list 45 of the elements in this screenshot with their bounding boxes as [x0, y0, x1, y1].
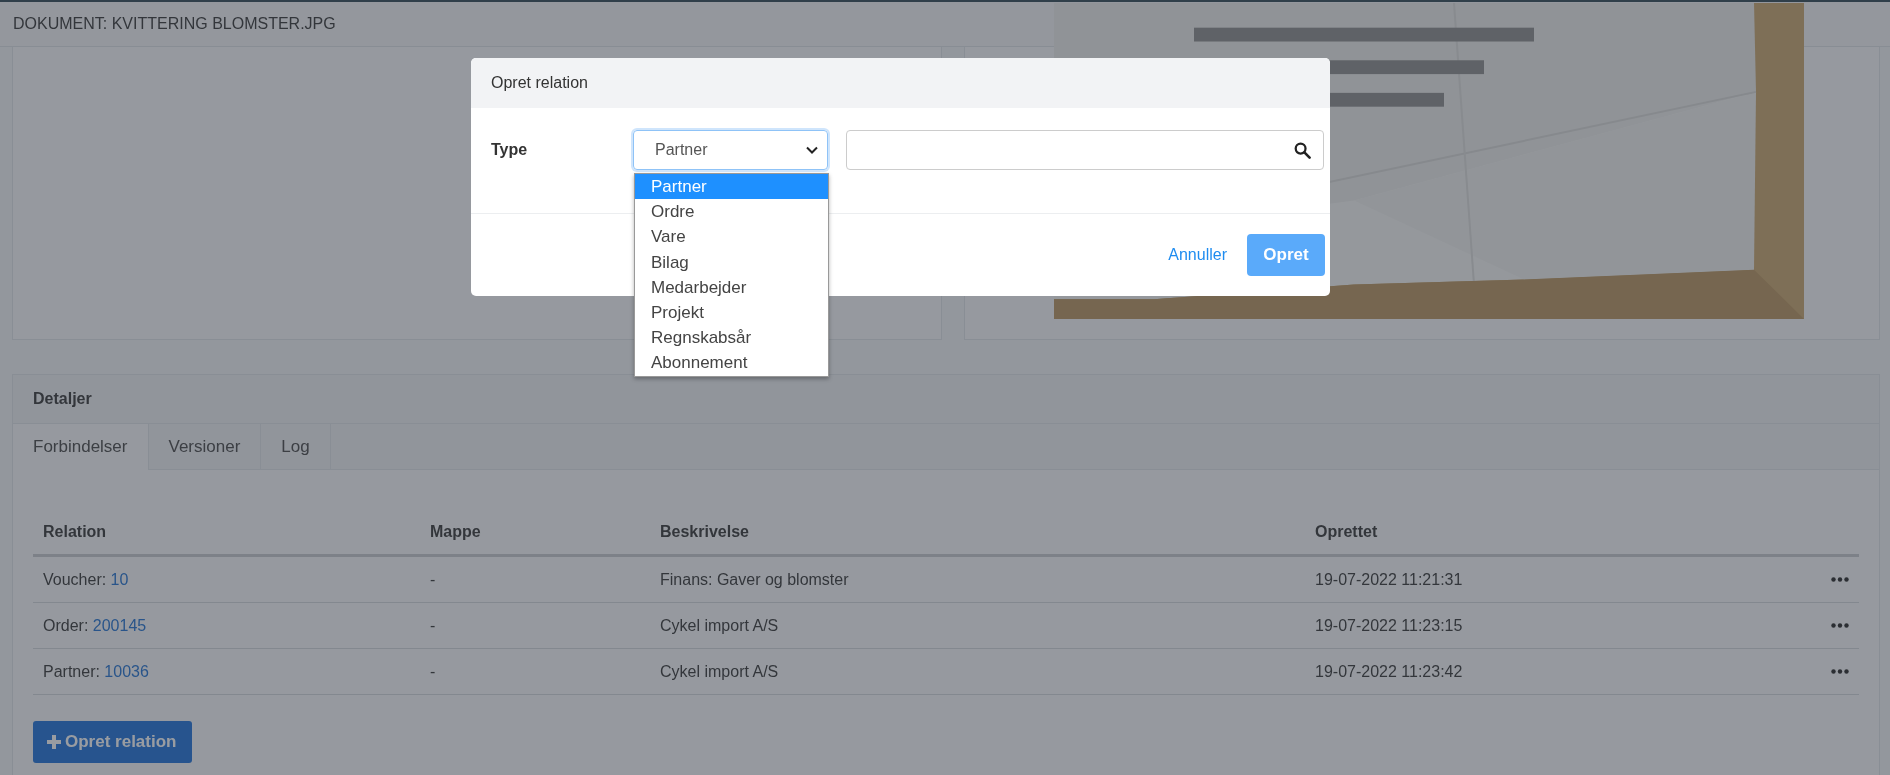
dropdown-option[interactable]: Regnskabsår	[635, 325, 828, 351]
panel-title: Detaljer	[33, 390, 92, 408]
tab[interactable]: Forbindelser	[13, 424, 149, 470]
create-button[interactable]: Opret	[1247, 234, 1325, 276]
table-cell-text: 19-07-2022 11:21:31	[1314, 570, 1464, 589]
relation-link[interactable]: 10	[110, 570, 129, 588]
field-label: Type	[491, 141, 529, 159]
more-icon[interactable]	[1831, 577, 1849, 582]
search-icon	[1294, 141, 1311, 159]
add-relation-button[interactable]: Opret relation	[33, 721, 193, 763]
document-title: DOKUMENT: KVITTERING BLOMSTER.JPG	[13, 15, 336, 33]
dropdown-option[interactable]: Medarbejder	[635, 274, 828, 300]
table-cell-text: Partner: 10036	[42, 662, 150, 681]
table-cell-text: Voucher: 10	[42, 570, 130, 589]
table-cell-text: 19-07-2022 11:23:42	[1314, 662, 1464, 681]
column-header: Oprettet	[1314, 523, 1379, 541]
search-field[interactable]	[846, 130, 1324, 170]
dropdown-option[interactable]: Abonnement	[635, 350, 828, 376]
relation-link[interactable]: 200145	[92, 616, 147, 634]
dialog-title: Opret relation	[491, 74, 588, 92]
table-cell-text: -	[429, 662, 437, 681]
dropdown-option[interactable]: Projekt	[635, 299, 828, 326]
table-cell-text: Cykel import A/S	[659, 662, 780, 681]
table-cell-text: -	[429, 570, 437, 589]
dropdown-option[interactable]: Bilag	[635, 249, 828, 275]
chevron-down-icon	[806, 146, 818, 154]
dropdown-option[interactable]: Vare	[635, 224, 828, 250]
relation-link[interactable]: 10036	[104, 662, 149, 680]
column-header: Mappe	[429, 523, 482, 541]
table-cell-text: -	[429, 616, 437, 635]
column-header: Beskrivelse	[659, 523, 750, 541]
plus-icon	[47, 735, 61, 749]
type-select[interactable]: Partner	[633, 130, 828, 170]
tab[interactable]: Versioner	[148, 424, 262, 469]
more-icon[interactable]	[1831, 623, 1849, 628]
table-cell-text: Finans: Gaver og blomster	[659, 570, 850, 589]
cancel-button[interactable]: Annuller	[1168, 246, 1227, 264]
table-cell-text: Cykel import A/S	[659, 616, 780, 635]
table-cell-text: 19-07-2022 11:23:15	[1314, 616, 1464, 635]
column-header: Relation	[42, 523, 108, 541]
tab[interactable]: Log	[261, 424, 331, 469]
dropdown-option[interactable]: Partner	[635, 174, 828, 200]
more-icon[interactable]	[1831, 669, 1849, 674]
dropdown-option[interactable]: Ordre	[635, 199, 828, 225]
table-cell-text: Order: 200145	[42, 616, 148, 635]
